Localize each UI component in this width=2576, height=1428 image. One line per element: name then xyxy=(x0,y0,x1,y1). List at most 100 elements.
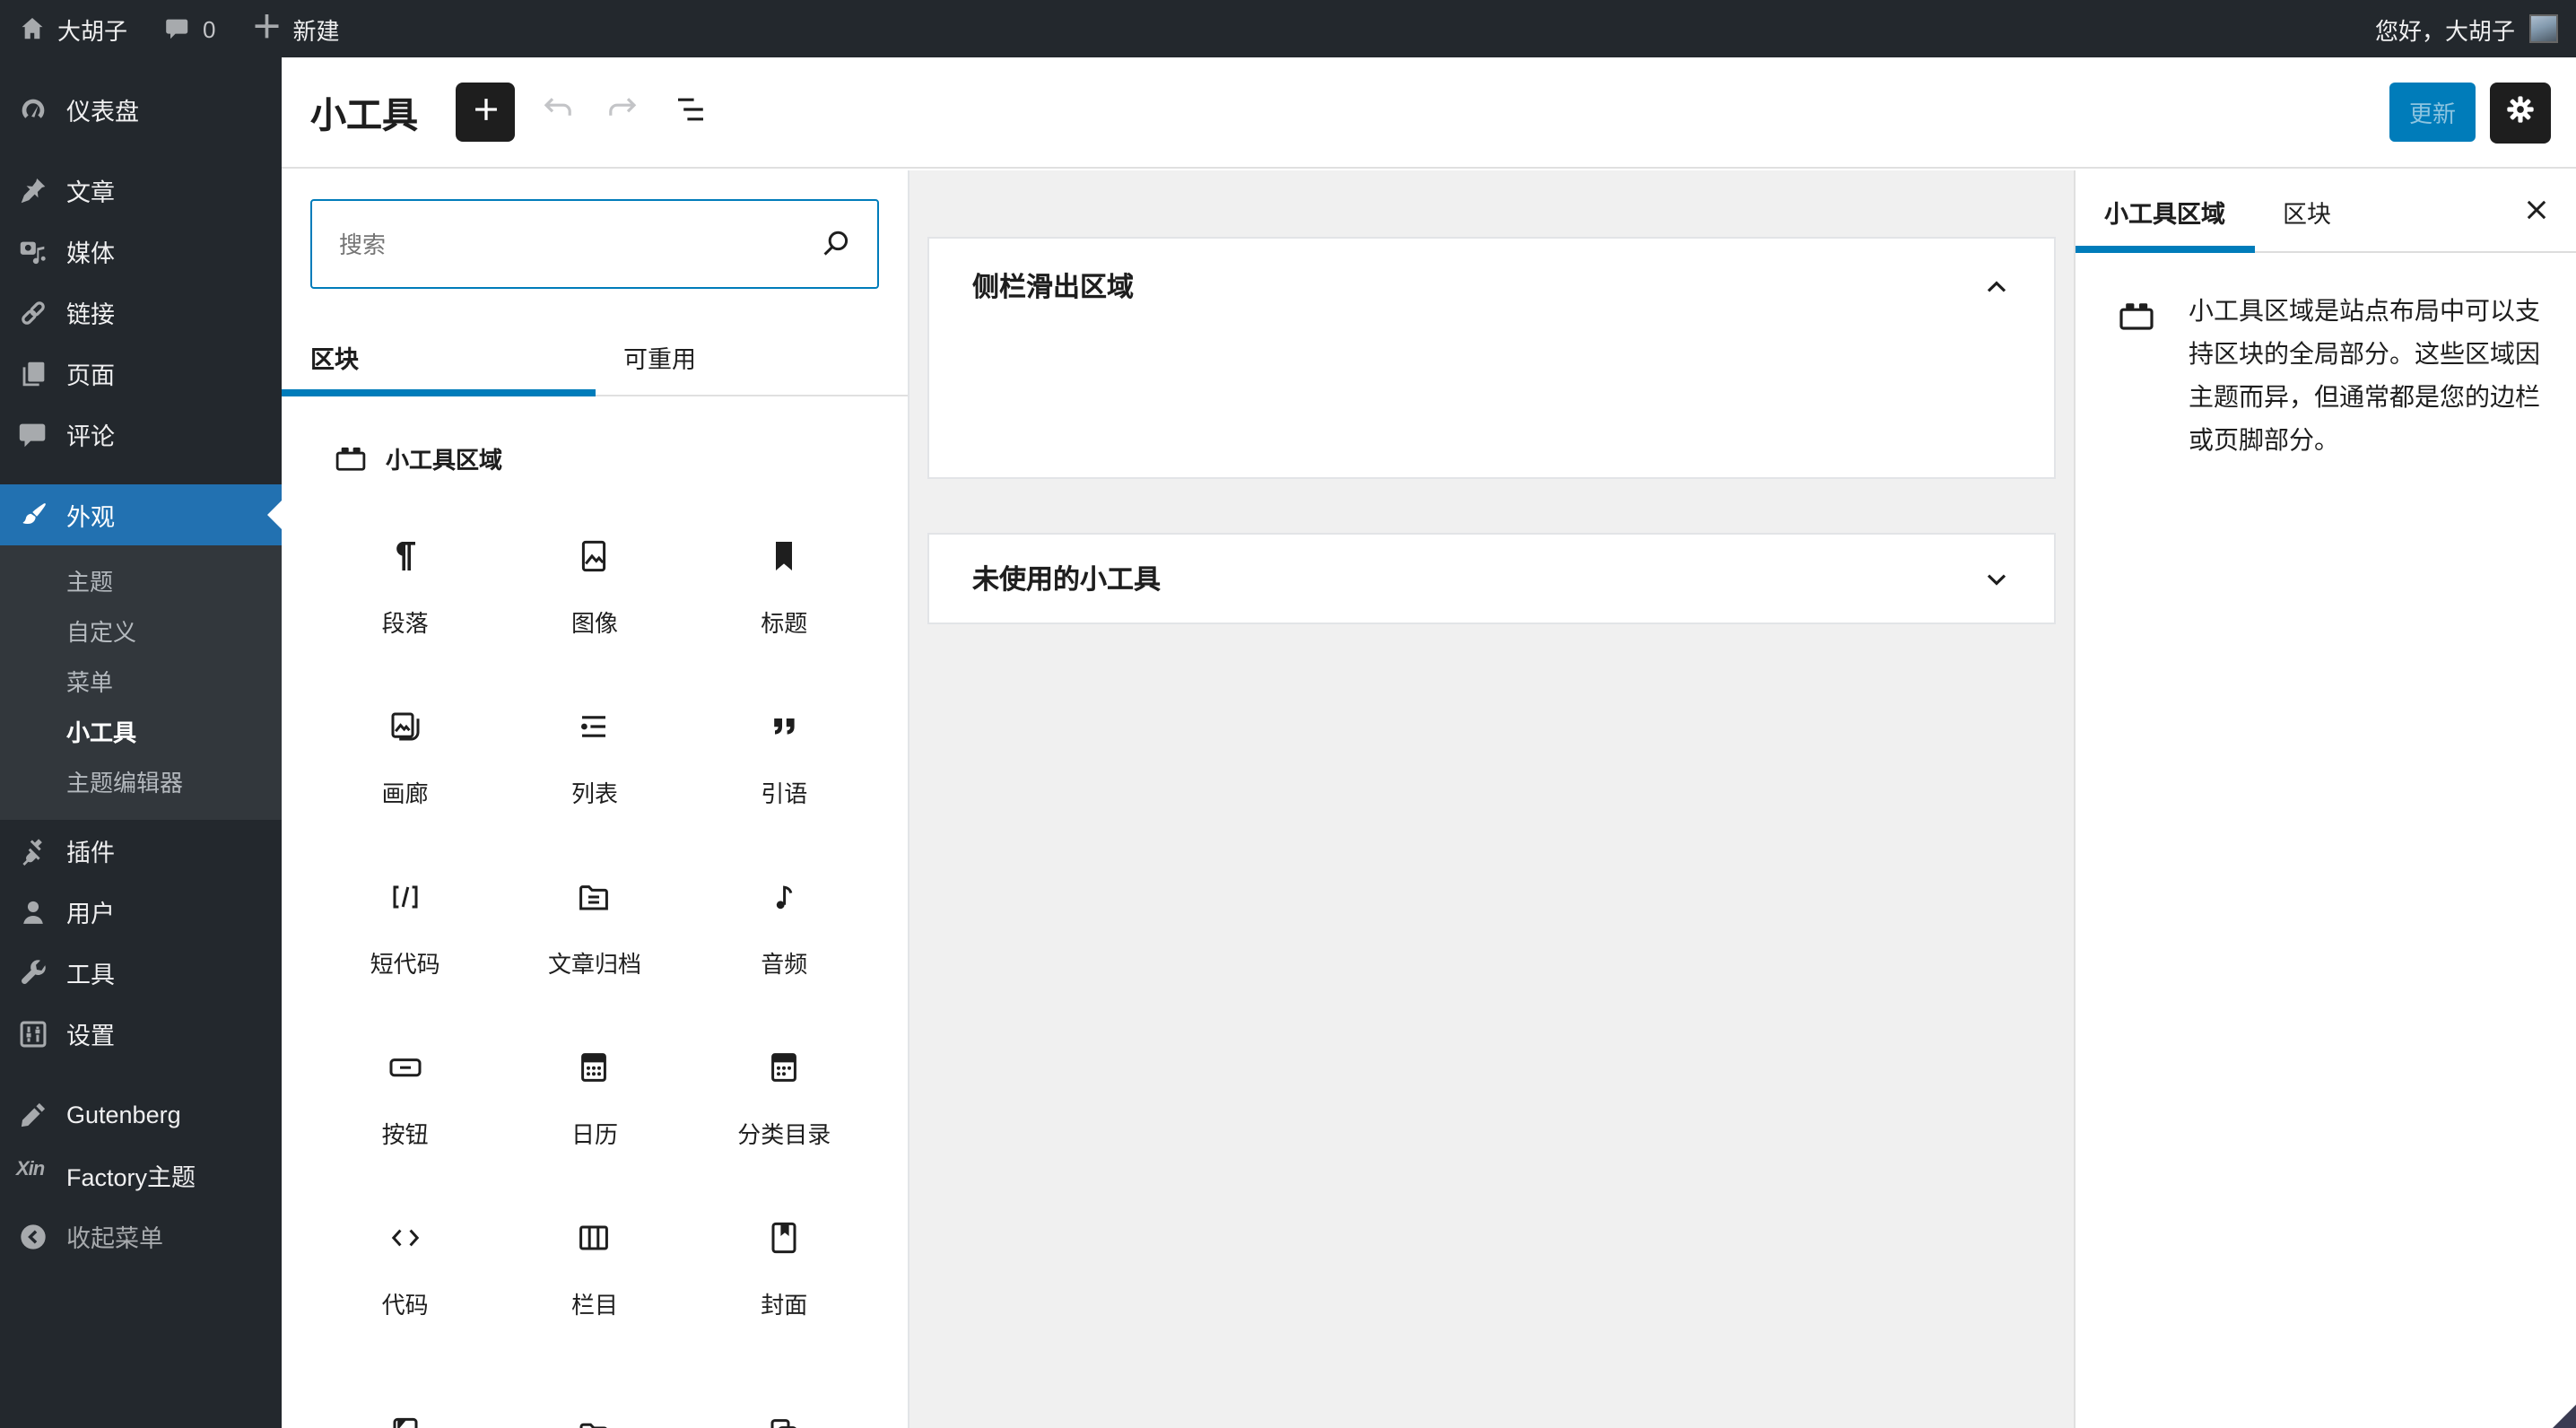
block-item-image[interactable]: 图像 xyxy=(500,475,689,646)
close-icon xyxy=(2517,189,2556,234)
sidebar-item-xin-factory[interactable]: Xin Factory主题 xyxy=(0,1145,282,1206)
block-item-file[interactable] xyxy=(500,1328,689,1428)
sidebar-item-settings[interactable]: 设置 xyxy=(0,1003,282,1064)
block-item-cover[interactable]: 封面 xyxy=(690,1157,879,1328)
sidebar-item-label: 插件 xyxy=(66,840,115,866)
block-item-audio[interactable]: 音频 xyxy=(690,816,879,987)
sidebar-item-pages[interactable]: 页面 xyxy=(0,343,282,404)
sidebar-item-gutenberg[interactable]: Gutenberg xyxy=(0,1084,282,1145)
block-item-columns[interactable]: 栏目 xyxy=(500,1157,689,1328)
admin-bar-greeting[interactable]: 您好，大胡子 xyxy=(2375,12,2515,46)
admin-bar-new[interactable]: ＋ 新建 xyxy=(234,0,358,57)
undo-button[interactable] xyxy=(536,91,579,134)
block-inserter-panel: 区块 可重用 小工具区域 段落 图像 xyxy=(282,170,909,1428)
new-label: 新建 xyxy=(292,17,340,44)
sidebar-item-comments[interactable]: 评论 xyxy=(0,404,282,465)
search-input[interactable] xyxy=(310,199,879,289)
categories-icon xyxy=(762,1046,805,1089)
sidebar-item-label: 链接 xyxy=(66,301,115,328)
search-box xyxy=(310,199,879,289)
sidebar-item-label: 收起菜单 xyxy=(66,1225,163,1252)
block-item-custom-html[interactable] xyxy=(310,1328,500,1428)
submenu-item-theme-editor[interactable]: 主题编辑器 xyxy=(0,759,282,809)
paragraph-icon xyxy=(384,535,427,578)
plus-icon: ＋ xyxy=(251,11,283,45)
widget-area-header[interactable]: 未使用的小工具 xyxy=(929,535,2054,623)
sidebar-item-label: 仪表盘 xyxy=(66,99,139,126)
block-item-button[interactable]: 按钮 xyxy=(310,987,500,1157)
block-item-heading[interactable]: 标题 xyxy=(690,475,879,646)
tab-blocks[interactable]: 区块 xyxy=(282,318,595,396)
widgets-canvas: 侧栏滑出区域 未使用的小工具 xyxy=(909,170,2074,1428)
plugin-icon xyxy=(16,833,50,867)
user-icon xyxy=(16,894,50,928)
admin-bar-site-menu[interactable]: 大胡子 xyxy=(0,0,145,57)
pages-icon xyxy=(16,356,50,390)
image-icon xyxy=(573,535,616,578)
submenu-item-themes[interactable]: 主题 xyxy=(0,558,282,608)
admin-sidebar: 仪表盘 文章 媒体 链接 页面 评论 外观 主题 自定义 菜单 小工具 主题编辑… xyxy=(0,57,282,1428)
xin-logo-icon: Xin xyxy=(16,1158,45,1180)
editor-header: 小工具 更新 xyxy=(282,57,2576,169)
redo-button[interactable] xyxy=(601,91,644,134)
cover-icon xyxy=(762,1216,805,1259)
settings-tabs: 小工具区域 区块 xyxy=(2076,170,2576,253)
update-button[interactable]: 更新 xyxy=(2389,83,2476,142)
page-title: 小工具 xyxy=(310,97,418,136)
admin-bar: 大胡子 0 ＋ 新建 您好，大胡子 xyxy=(0,0,2576,57)
list-view-icon xyxy=(669,88,712,136)
section-title: 小工具区域 xyxy=(386,446,503,473)
block-item-shortcode[interactable]: 短代码 xyxy=(310,816,500,987)
settings-toggle-button[interactable] xyxy=(2490,82,2551,143)
close-settings-button[interactable] xyxy=(2515,190,2558,233)
block-item-categories[interactable]: 分类目录 xyxy=(690,987,879,1157)
sidebar-item-posts[interactable]: 文章 xyxy=(0,160,282,221)
sidebar-item-tools[interactable]: 工具 xyxy=(0,942,282,1003)
sidebar-item-collapse-menu[interactable]: 收起菜单 xyxy=(0,1206,282,1267)
wrench-icon xyxy=(16,955,50,989)
sidebar-item-users[interactable]: 用户 xyxy=(0,881,282,942)
file-folder-icon xyxy=(573,1412,616,1428)
chevron-down-icon[interactable] xyxy=(1979,561,2015,596)
block-item-quote[interactable]: 引语 xyxy=(690,646,879,816)
block-item-paragraph[interactable]: 段落 xyxy=(310,475,500,646)
avatar[interactable] xyxy=(2529,14,2558,43)
sidebar-item-links[interactable]: 链接 xyxy=(0,282,282,343)
block-item-group[interactable] xyxy=(690,1328,879,1428)
wordpress-widgets-editor: 大胡子 0 ＋ 新建 您好，大胡子 仪表盘 文章 媒体 链接 页面 评论 外观 … xyxy=(0,0,2576,1428)
widget-area-header[interactable]: 侧栏滑出区域 xyxy=(929,239,2054,305)
submenu-item-customize[interactable]: 自定义 xyxy=(0,608,282,658)
media-icon xyxy=(16,234,50,268)
sidebar-item-label: 外观 xyxy=(66,504,115,531)
chevron-up-icon[interactable] xyxy=(1979,268,2015,304)
admin-bar-comments[interactable]: 0 xyxy=(145,0,233,57)
shortcode-icon xyxy=(384,875,427,919)
submenu-item-menus[interactable]: 菜单 xyxy=(0,658,282,709)
widget-area-sidebar-slideout: 侧栏滑出区域 xyxy=(927,237,2056,479)
block-item-archives[interactable]: 文章归档 xyxy=(500,816,689,987)
block-item-calendar[interactable]: 日历 xyxy=(500,987,689,1157)
comment-icon xyxy=(163,14,192,43)
tab-reusable[interactable]: 可重用 xyxy=(595,318,908,395)
sidebar-item-appearance[interactable]: 外观 xyxy=(0,484,282,545)
block-item-gallery[interactable]: 画廊 xyxy=(310,646,500,816)
sidebar-item-media[interactable]: 媒体 xyxy=(0,221,282,282)
submenu-item-widgets[interactable]: 小工具 xyxy=(0,709,282,759)
corner-resize-triangle xyxy=(2553,1405,2576,1428)
block-item-list[interactable]: 列表 xyxy=(500,646,689,816)
add-block-button[interactable] xyxy=(456,83,515,142)
tab-widget-areas[interactable]: 小工具区域 xyxy=(2076,170,2254,253)
appearance-submenu: 主题 自定义 菜单 小工具 主题编辑器 xyxy=(0,545,282,820)
redo-icon xyxy=(601,88,644,136)
heading-bookmark-icon xyxy=(762,535,805,578)
block-item-code[interactable]: 代码 xyxy=(310,1157,500,1328)
link-icon xyxy=(16,295,50,329)
code-icon xyxy=(384,1216,427,1259)
tab-block[interactable]: 区块 xyxy=(2254,170,2360,251)
sidebar-item-plugins[interactable]: 插件 xyxy=(0,820,282,881)
list-view-button[interactable] xyxy=(669,91,712,134)
widget-areas-description: 小工具区域是站点布局中可以支持区块的全局部分。这些区域因主题而异，但通常都是您的… xyxy=(2189,296,2540,454)
sidebar-item-dashboard[interactable]: 仪表盘 xyxy=(0,79,282,140)
comments-icon xyxy=(16,417,50,451)
admin-bar-site-name: 大胡子 xyxy=(57,17,128,44)
